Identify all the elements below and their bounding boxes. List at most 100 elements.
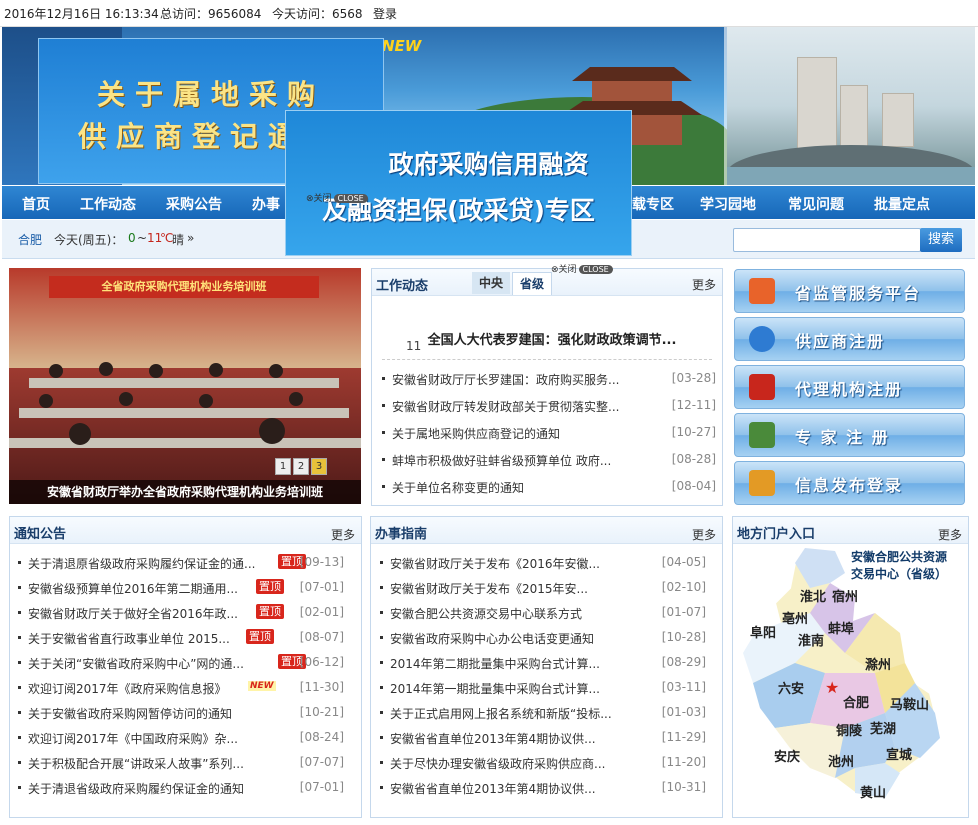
guide-more-link[interactable]: 更多 — [692, 526, 716, 543]
list-item-title[interactable]: 欢迎订阅2017年《中国政府采购》杂... — [28, 730, 238, 747]
list-item[interactable]: 关于关闭“安徽省政府采购中心”网的通... 置顶 [06-12] — [10, 654, 350, 679]
work-news-headline[interactable]: 全国人大代表罗建国：强化财政政策调节... — [392, 329, 712, 348]
list-item[interactable]: 安徽省省直单位2013年第4期协议供... [10-31] — [372, 780, 712, 804]
city-maanshan[interactable]: 马鞍山 — [890, 694, 929, 713]
list-item-title[interactable]: 关于正式启用网上报名系统和新版“投标... — [390, 705, 612, 722]
city-xuancheng[interactable]: 宣城 — [886, 744, 912, 763]
nav-faq[interactable]: 常见问题 — [788, 194, 844, 214]
slide-page-2[interactable]: 2 — [293, 458, 309, 475]
nav-home[interactable]: 首页 — [22, 194, 50, 214]
city-huaibei[interactable]: 淮北 — [800, 586, 826, 605]
list-item[interactable]: 关于清退原省级政府采购履约保证金的通... 置顶 [09-13] — [10, 554, 350, 579]
list-item-title[interactable]: 安徽省省直单位2013年第4期协议供... — [390, 730, 596, 747]
list-item-title[interactable]: 2014年第二期批量集中采购台式计算... — [390, 655, 600, 672]
list-item-title[interactable]: 2014年第一期批量集中采购台式计算... — [390, 680, 600, 697]
list-item-title[interactable]: 安徽省财政厅关于做好全省2016年政... — [28, 605, 238, 622]
list-item[interactable]: 安徽省级预算单位2016年第二期通用... 置顶 [07-01] — [10, 579, 350, 604]
city-fuyang[interactable]: 阜阳 — [750, 622, 776, 641]
list-item[interactable]: 安徽省政府采购中心办公电话变更通知 [10-28] — [372, 630, 712, 654]
list-item-title[interactable]: 关于清退省级政府采购履约保证金的通知 — [28, 780, 244, 797]
list-item[interactable]: 关于清退省级政府采购履约保证金的通知 [07-01] — [10, 780, 350, 804]
city-luan[interactable]: 六安 — [778, 678, 804, 697]
list-item-title[interactable]: 安徽合肥公共资源交易中心联系方式 — [390, 605, 582, 622]
list-item-title[interactable]: 欢迎订阅2017年《政府采购信息报》 — [28, 680, 227, 697]
today-visits: 今天访问：6568 — [272, 7, 363, 21]
slide-page-3[interactable]: 3 — [311, 458, 327, 475]
notice-title: 通知公告 — [14, 527, 67, 542]
list-item[interactable]: 安徽省省直单位2013年第4期协议供... [11-29] — [372, 730, 712, 754]
weather-city[interactable]: 合肥 — [18, 231, 42, 248]
list-item[interactable]: 关于安徽省省直行政事业单位 2015... 置顶 [08-07] — [10, 629, 350, 654]
list-item-title[interactable]: 关于安徽省省直行政事业单位 2015... — [28, 630, 230, 647]
list-item-title[interactable]: 关于积极配合开展“讲政采人故事”系列... — [28, 755, 244, 772]
list-item[interactable]: 欢迎订阅2017年《政府采购信息报》 NEW [11-30] — [10, 680, 350, 704]
nav-learning[interactable]: 学习园地 — [700, 194, 756, 214]
login-link[interactable]: 登录 — [373, 5, 397, 22]
portal-more-link[interactable]: 更多 — [938, 526, 962, 543]
anhui-map[interactable] — [735, 543, 965, 813]
portal-title: 地方门户入口 — [737, 527, 816, 542]
nav-work-news[interactable]: 工作动态 — [80, 194, 136, 214]
list-item[interactable]: 安徽省财政厅厅长罗建国：政府购买服务... [03-28] — [372, 371, 722, 395]
nav-procurement-notice[interactable]: 采购公告 — [166, 194, 222, 214]
list-item[interactable]: 关于单位名称变更的通知 [08-04] — [372, 479, 722, 503]
supplier-register-button[interactable]: 供应商注册 — [734, 317, 965, 361]
list-item-title[interactable]: 安徽省级预算单位2016年第二期通用... — [28, 580, 238, 597]
list-item-title[interactable]: 安徽省政府采购中心办公电话变更通知 — [390, 630, 594, 647]
city-bozhou[interactable]: 亳州 — [782, 608, 808, 627]
city-wuhu[interactable]: 芜湖 — [870, 718, 896, 737]
work-panel-close-button[interactable]: ⊗关闭 CLOSE — [551, 262, 613, 275]
expert-register-button[interactable]: 专 家 注 册 — [734, 413, 965, 457]
list-item[interactable]: 欢迎订阅2017年《中国政府采购》杂... [08-24] — [10, 730, 350, 754]
city-chuzhou[interactable]: 滁州 — [865, 654, 891, 673]
tab-provincial[interactable]: 省级 — [512, 272, 553, 295]
info-publish-login-button[interactable]: 信息发布登录 — [734, 461, 965, 505]
city-chizhou[interactable]: 池州 — [828, 751, 854, 770]
city-huangshan[interactable]: 黄山 — [860, 782, 886, 801]
list-item-title[interactable]: 安徽省财政厅关于发布《2016年安徽... — [390, 555, 600, 572]
notice-more-link[interactable]: 更多 — [331, 526, 355, 543]
list-item[interactable]: 安徽省财政厅关于发布《2016年安徽... [04-05] — [372, 555, 712, 579]
slide-page-1[interactable]: 1 — [275, 458, 291, 475]
list-item[interactable]: 安徽省财政厅转发财政部关于贯彻落实整... [12-11] — [372, 398, 722, 422]
map-title-line1[interactable]: 安徽合肥公共资源 — [851, 548, 947, 565]
slide-caption[interactable]: 安徽省财政厅举办全省政府采购代理机构业务培训班 — [9, 480, 361, 504]
list-item-title[interactable]: 关于尽快办理安徽省级政府采购供应商... — [390, 755, 605, 772]
city-huainan[interactable]: 淮南 — [798, 630, 824, 649]
list-item[interactable]: 安徽省财政厅关于发布《2015年安... [02-10] — [372, 580, 712, 604]
city-suzhou[interactable]: 宿州 — [832, 586, 858, 605]
map-title-line2[interactable]: 交易中心（省级） — [851, 565, 947, 582]
credit-financing-popup[interactable]: 政府采购信用融资 及融资担保(政采贷)专区 ⊗关闭 CLOSE — [285, 110, 632, 256]
city-anqing[interactable]: 安庆 — [774, 746, 800, 765]
list-item[interactable]: 2014年第二期批量集中采购台式计算... [08-29] — [372, 655, 712, 679]
agency-register-button[interactable]: 代理机构注册 — [734, 365, 965, 409]
list-item[interactable]: 安徽省财政厅关于做好全省2016年政... 置顶 [02-01] — [10, 604, 350, 629]
list-item-title[interactable]: 安徽省财政厅关于发布《2015年安... — [390, 580, 588, 597]
popup2-close-button[interactable]: ⊗关闭 CLOSE — [306, 191, 368, 204]
city-hefei[interactable]: 合肥 — [843, 692, 869, 711]
city-bengbu[interactable]: 蚌埠 — [828, 618, 854, 637]
nav-batch-designated[interactable]: 批量定点 — [874, 194, 930, 214]
list-item[interactable]: 关于积极配合开展“讲政采人故事”系列... [07-07] — [10, 755, 350, 779]
list-item-title[interactable]: 关于清退原省级政府采购履约保证金的通... — [28, 555, 255, 572]
nav-guide[interactable]: 办事 — [252, 194, 280, 214]
list-item-title[interactable]: 安徽省省直单位2013年第4期协议供... — [390, 780, 596, 797]
list-item[interactable]: 安徽合肥公共资源交易中心联系方式 [01-07] — [372, 605, 712, 629]
list-item[interactable]: 2014年第一期批量集中采购台式计算... [03-11] — [372, 680, 712, 704]
list-item-title[interactable]: 关于关闭“安徽省政府采购中心”网的通... — [28, 655, 244, 672]
list-item[interactable]: 蚌埠市积极做好驻蚌省级预算单位 政府... [08-28] — [372, 452, 722, 476]
news-slideshow[interactable]: 全省政府采购代理机构业务培训班 123 安徽省财政厅举办全省政府采购代理机构业务… — [9, 268, 361, 504]
search-button[interactable]: 搜索 — [920, 228, 962, 252]
weather-more-icon[interactable]: » — [187, 231, 194, 245]
nav-download-zone[interactable]: 载专区 — [632, 194, 674, 214]
list-item[interactable]: 关于尽快办理安徽省级政府采购供应商... [11-20] — [372, 755, 712, 779]
list-item[interactable]: 关于正式启用网上报名系统和新版“投标... [01-03] — [372, 705, 712, 729]
search-input[interactable] — [733, 228, 921, 252]
city-tongling[interactable]: 铜陵 — [836, 720, 862, 739]
tab-central[interactable]: 中央 — [472, 272, 511, 294]
platform-button[interactable]: 省监管服务平台 — [734, 269, 965, 313]
work-news-more-link[interactable]: 更多 — [692, 276, 716, 293]
list-item[interactable]: 关于属地采购供应商登记的通知 [10-27] — [372, 425, 722, 449]
list-item[interactable]: 关于安徽省政府采购网暂停访问的通知 [10-21] — [10, 705, 350, 729]
list-item-title[interactable]: 关于安徽省政府采购网暂停访问的通知 — [28, 705, 232, 722]
